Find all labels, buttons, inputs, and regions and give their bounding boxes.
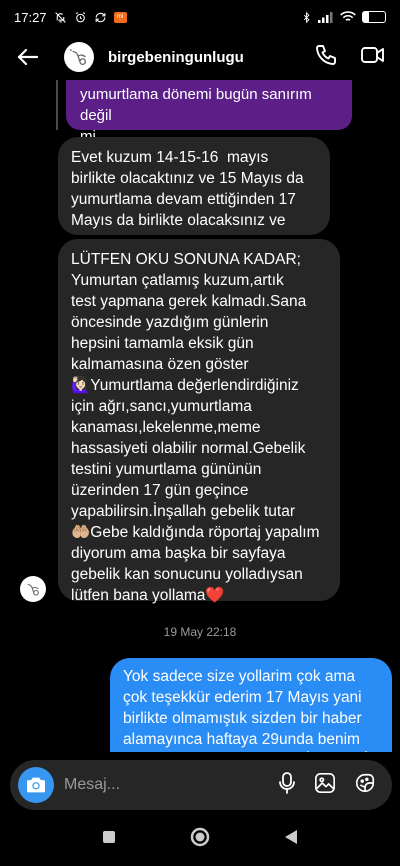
video-camera-icon	[361, 46, 384, 63]
replied-message-quote[interactable]: yumurtlama dönemi bugün sanırım değil mi	[66, 80, 352, 145]
stork-logo-icon	[27, 583, 39, 596]
gallery-button[interactable]	[314, 772, 336, 799]
image-icon	[315, 772, 335, 793]
contact-username[interactable]: birgebeningunlugu	[108, 49, 244, 66]
sync-icon	[94, 11, 107, 24]
video-call-button[interactable]	[360, 43, 386, 72]
triangle-back-icon	[285, 829, 297, 844]
camera-icon	[27, 777, 45, 793]
status-time: 17:27	[14, 9, 47, 25]
voice-message-button[interactable]	[278, 771, 296, 800]
sticker-button[interactable]	[354, 772, 376, 799]
message-input[interactable]	[64, 776, 278, 794]
square-icon	[103, 830, 115, 843]
sender-avatar[interactable]	[20, 576, 46, 602]
voice-call-button[interactable]	[314, 43, 338, 72]
battery-icon: 27	[362, 11, 386, 23]
message-thread[interactable]: yumurtlama dönemi bugün sanırım değil mi…	[0, 80, 400, 752]
signal-icon	[318, 11, 334, 23]
microphone-icon	[279, 771, 295, 794]
sticker-icon	[355, 773, 375, 792]
phone-icon	[316, 44, 336, 65]
message-bubble-incoming[interactable]: LÜTFEN OKU SONUNA KADAR; Yumurtan çatlam…	[58, 239, 340, 604]
camera-button[interactable]	[18, 767, 54, 803]
system-navigation-bar	[0, 812, 400, 866]
battery-level: 27	[369, 12, 379, 21]
message-bubble-outgoing[interactable]: Yok sadece size yollarim çok ama çok teş…	[110, 658, 392, 752]
wifi-icon	[340, 11, 356, 23]
circle-icon	[190, 827, 210, 846]
arrow-left-icon	[17, 48, 39, 66]
back-button[interactable]	[10, 39, 46, 75]
status-bar: 17:27 mi 27	[0, 0, 400, 34]
home-button[interactable]	[190, 827, 210, 852]
alarm-icon	[74, 11, 87, 24]
mute-notifications-icon	[54, 11, 67, 24]
reply-indicator-line	[56, 80, 58, 130]
chat-header: birgebeningunlugu	[0, 34, 400, 80]
recent-apps-button[interactable]	[102, 830, 116, 849]
stork-logo-icon	[69, 49, 87, 65]
back-nav-button[interactable]	[284, 829, 298, 850]
message-composer	[10, 760, 392, 810]
mi-app-icon: mi	[113, 11, 127, 23]
message-bubble-incoming[interactable]: Evet kuzum 14-15-16 mayıs birlikte olaca…	[58, 137, 330, 235]
bluetooth-icon	[301, 11, 312, 24]
message-timestamp: 19 May 22:18	[163, 625, 237, 639]
contact-avatar[interactable]	[64, 42, 94, 72]
